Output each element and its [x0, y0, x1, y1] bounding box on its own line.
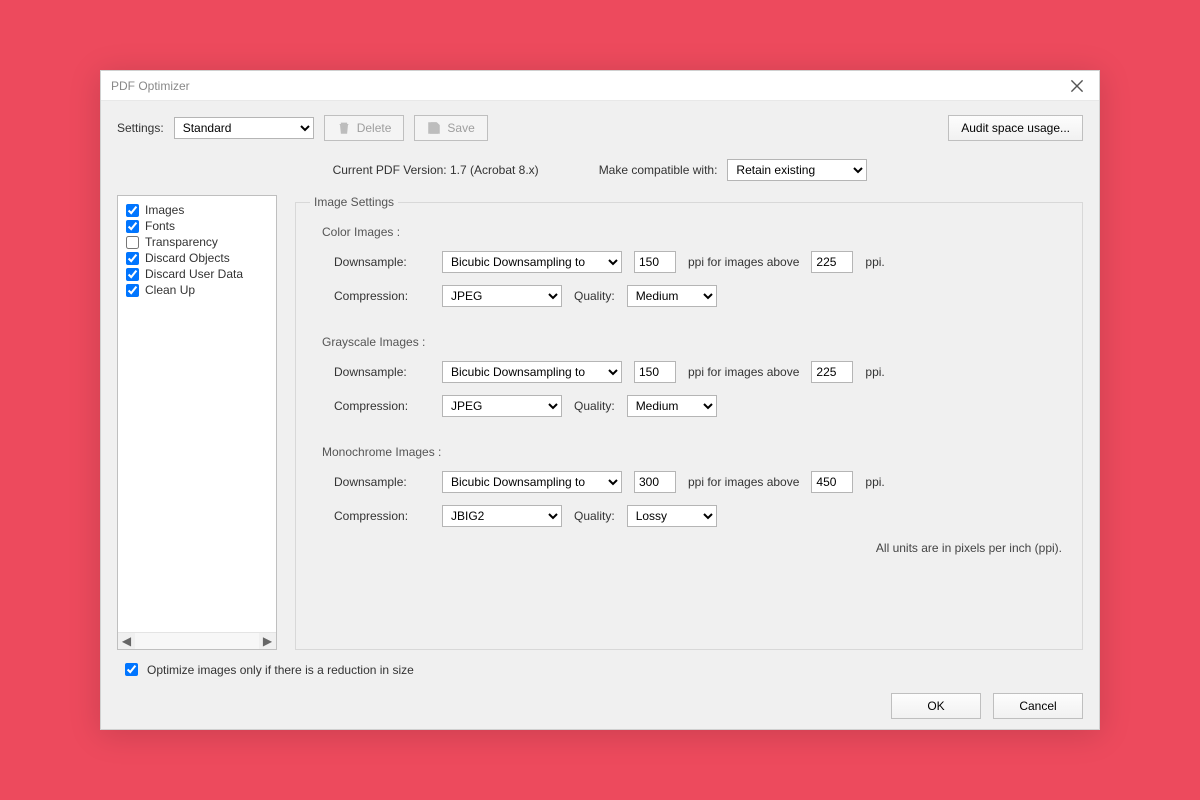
scroll-track[interactable]	[135, 633, 259, 649]
version-row: Current PDF Version: 1.7 (Acrobat 8.x) M…	[117, 159, 1083, 181]
window-title: PDF Optimizer	[111, 79, 190, 93]
color-downsample-row: Downsample: Bicubic Downsampling to ppi …	[334, 251, 1068, 273]
titlebar: PDF Optimizer	[101, 71, 1099, 101]
ppi-suffix: ppi.	[865, 365, 884, 379]
mono-quality-select[interactable]: Lossy	[627, 505, 717, 527]
category-label: Discard User Data	[145, 267, 243, 281]
settings-label: Settings:	[117, 121, 164, 135]
category-label: Discard Objects	[145, 251, 230, 265]
color-ppi-input[interactable]	[634, 251, 676, 273]
monochrome-images-title: Monochrome Images :	[322, 445, 1068, 459]
audit-space-label: Audit space usage...	[961, 121, 1070, 135]
ok-button[interactable]: OK	[891, 693, 981, 719]
quality-label: Quality:	[574, 509, 615, 523]
category-item-transparency[interactable]: Transparency	[122, 234, 272, 250]
ppi-suffix: ppi.	[865, 475, 884, 489]
downsample-label: Downsample:	[334, 475, 430, 489]
category-label: Clean Up	[145, 283, 195, 297]
ok-button-label: OK	[927, 699, 944, 713]
gray-ppi-input[interactable]	[634, 361, 676, 383]
units-note: All units are in pixels per inch (ppi).	[310, 541, 1062, 555]
grayscale-images-title: Grayscale Images :	[322, 335, 1068, 349]
gray-downsample-row: Downsample: Bicubic Downsampling to ppi …	[334, 361, 1068, 383]
above-label: ppi for images above	[688, 475, 799, 489]
color-images-title: Color Images :	[322, 225, 1068, 239]
dialog-footer: OK Cancel	[117, 679, 1083, 719]
color-compression-select[interactable]: JPEG	[442, 285, 562, 307]
save-icon	[427, 121, 441, 135]
downsample-label: Downsample:	[334, 255, 430, 269]
scroll-left-icon[interactable]: ◀	[118, 633, 135, 650]
current-version: Current PDF Version: 1.7 (Acrobat 8.x)	[333, 163, 539, 177]
color-downsample-select[interactable]: Bicubic Downsampling to	[442, 251, 622, 273]
category-label: Images	[145, 203, 184, 217]
trash-icon	[337, 121, 351, 135]
save-button-label: Save	[447, 121, 474, 135]
above-label: ppi for images above	[688, 365, 799, 379]
gray-compression-row: Compression: JPEG Quality: Medium	[334, 395, 1068, 417]
category-list: Images Fonts Transparency Discard Object…	[117, 195, 277, 650]
category-item-images[interactable]: Images	[122, 202, 272, 218]
compression-label: Compression:	[334, 289, 430, 303]
mono-ppi-input[interactable]	[634, 471, 676, 493]
category-item-discard-objects[interactable]: Discard Objects	[122, 250, 272, 266]
compat-group: Make compatible with: Retain existing	[599, 159, 868, 181]
color-compression-row: Compression: JPEG Quality: Medium	[334, 285, 1068, 307]
compat-label: Make compatible with:	[599, 163, 718, 177]
image-settings-panel: Image Settings Color Images : Downsample…	[295, 195, 1083, 650]
mono-downsample-row: Downsample: Bicubic Downsampling to ppi …	[334, 471, 1068, 493]
category-label: Transparency	[145, 235, 218, 249]
mono-above-ppi-input[interactable]	[811, 471, 853, 493]
compression-label: Compression:	[334, 509, 430, 523]
gray-quality-select[interactable]: Medium	[627, 395, 717, 417]
scroll-right-icon[interactable]: ▶	[259, 633, 276, 650]
ppi-suffix: ppi.	[865, 255, 884, 269]
audit-space-button[interactable]: Audit space usage...	[948, 115, 1083, 141]
settings-row: Settings: Standard Delete Save Audit spa…	[117, 115, 1083, 141]
settings-select[interactable]: Standard	[174, 117, 314, 139]
category-check-clean-up[interactable]	[126, 284, 139, 297]
category-check-fonts[interactable]	[126, 220, 139, 233]
downsample-label: Downsample:	[334, 365, 430, 379]
color-above-ppi-input[interactable]	[811, 251, 853, 273]
mono-compression-select[interactable]: JBIG2	[442, 505, 562, 527]
save-button[interactable]: Save	[414, 115, 487, 141]
quality-label: Quality:	[574, 289, 615, 303]
optimize-only-reduction-label: Optimize images only if there is a reduc…	[147, 663, 414, 677]
above-label: ppi for images above	[688, 255, 799, 269]
compat-select[interactable]: Retain existing	[727, 159, 867, 181]
optimize-only-reduction-checkbox[interactable]: Optimize images only if there is a reduc…	[121, 660, 1083, 679]
mono-compression-row: Compression: JBIG2 Quality: Lossy	[334, 505, 1068, 527]
compression-label: Compression:	[334, 399, 430, 413]
quality-label: Quality:	[574, 399, 615, 413]
panel-legend: Image Settings	[310, 195, 398, 209]
delete-button-label: Delete	[357, 121, 392, 135]
cancel-button[interactable]: Cancel	[993, 693, 1083, 719]
category-item-clean-up[interactable]: Clean Up	[122, 282, 272, 298]
mono-downsample-select[interactable]: Bicubic Downsampling to	[442, 471, 622, 493]
cancel-button-label: Cancel	[1019, 699, 1056, 713]
category-scrollbar[interactable]: ◀ ▶	[118, 632, 276, 649]
category-check-discard-user-data[interactable]	[126, 268, 139, 281]
category-check-images[interactable]	[126, 204, 139, 217]
dialog-content: Settings: Standard Delete Save Audit spa…	[101, 101, 1099, 729]
gray-compression-select[interactable]: JPEG	[442, 395, 562, 417]
color-quality-select[interactable]: Medium	[627, 285, 717, 307]
close-icon	[1070, 79, 1084, 93]
optimize-only-reduction-input[interactable]	[125, 663, 138, 676]
category-item-discard-user-data[interactable]: Discard User Data	[122, 266, 272, 282]
pdf-optimizer-dialog: PDF Optimizer Settings: Standard Delete …	[100, 70, 1100, 730]
category-item-fonts[interactable]: Fonts	[122, 218, 272, 234]
category-check-discard-objects[interactable]	[126, 252, 139, 265]
category-label: Fonts	[145, 219, 175, 233]
close-button[interactable]	[1055, 71, 1099, 101]
delete-button[interactable]: Delete	[324, 115, 405, 141]
gray-above-ppi-input[interactable]	[811, 361, 853, 383]
category-check-transparency[interactable]	[126, 236, 139, 249]
gray-downsample-select[interactable]: Bicubic Downsampling to	[442, 361, 622, 383]
dialog-body: Images Fonts Transparency Discard Object…	[117, 195, 1083, 650]
